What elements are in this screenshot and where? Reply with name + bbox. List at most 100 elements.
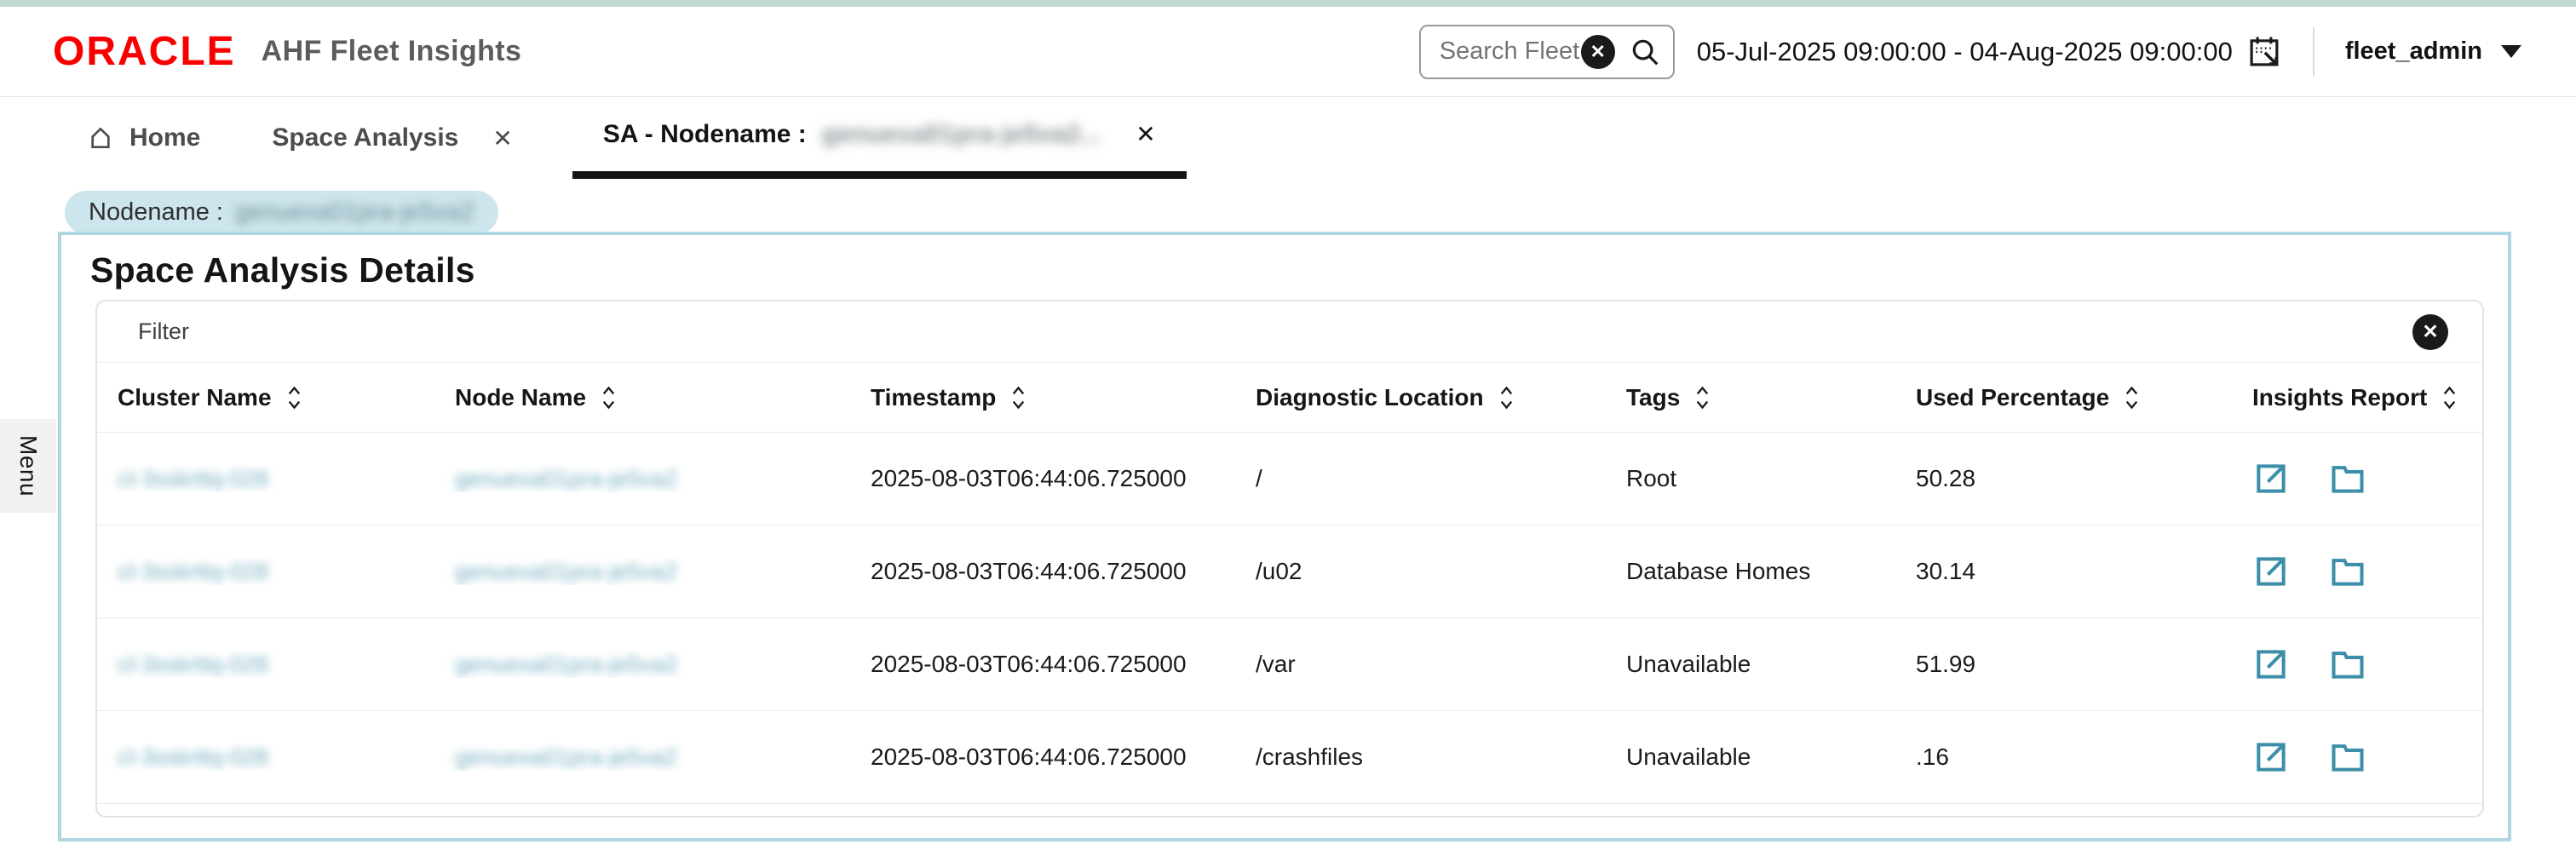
filter-clear-icon[interactable]: ✕ — [2412, 314, 2448, 350]
close-icon[interactable]: ✕ — [492, 124, 512, 152]
space-analysis-panel: Space Analysis Details Filter ✕ Cluster … — [58, 232, 2511, 841]
table-row: cl-3sskrttq-028 genuexa01pra-je5va2 2025… — [97, 525, 2482, 618]
node-name-link[interactable]: genuexa01pra-je5va2 — [455, 559, 677, 584]
cluster-name-cell[interactable]: cl-3sskrttq-028 — [97, 744, 434, 771]
node-name-link[interactable]: genuexa01pra-je5va2 — [455, 466, 677, 491]
tab-home[interactable]: Home — [75, 97, 212, 179]
open-insights-report-icon[interactable] — [2252, 460, 2290, 497]
tags-cell: Database Homes — [1606, 558, 1895, 585]
timestamp-cell: 2025-08-03T06:44:06.725000 — [850, 651, 1235, 678]
column-header-used-percentage[interactable]: Used Percentage — [1895, 384, 2232, 411]
used-percentage-cell: .16 — [1895, 744, 2232, 771]
column-header-tags[interactable]: Tags — [1606, 384, 1895, 411]
folder-icon[interactable] — [2329, 553, 2366, 590]
fleet-search-box[interactable]: ✕ — [1419, 25, 1675, 79]
column-label: Used Percentage — [1916, 384, 2109, 411]
column-header-node-name[interactable]: Node Name — [434, 384, 850, 411]
search-input[interactable] — [1440, 37, 1581, 66]
cluster-name-cell[interactable]: cl-3sskrttq-028 — [97, 651, 434, 678]
results-card: Filter ✕ Cluster Name Node Name Timestam… — [95, 300, 2484, 818]
node-name-cell[interactable]: genuexa01pra-je5va2 — [434, 465, 850, 492]
tab-space-analysis[interactable]: Space Analysis ✕ — [260, 97, 524, 179]
column-label: Insights Report — [2252, 384, 2427, 411]
folder-icon[interactable] — [2329, 460, 2366, 497]
column-header-diagnostic-location[interactable]: Diagnostic Location — [1235, 384, 1606, 411]
sort-icon[interactable] — [285, 385, 303, 411]
cluster-name-cell[interactable]: cl-3sskrttq-028 — [97, 465, 434, 492]
tab-label: Home — [129, 123, 200, 152]
column-header-cluster-name[interactable]: Cluster Name — [97, 384, 434, 411]
cluster-name-link[interactable]: cl-3sskrttq-028 — [118, 744, 268, 770]
folder-icon[interactable] — [2329, 738, 2366, 776]
close-icon[interactable]: ✕ — [1136, 120, 1155, 148]
tags-cell: Unavailable — [1606, 744, 1895, 771]
column-label: Diagnostic Location — [1256, 384, 1484, 411]
table-row: cl-3sskrttq-028 genuexa01pra-je5va2 2025… — [97, 711, 2482, 804]
diagnostic-location-cell: /crashfiles — [1235, 744, 1606, 771]
sort-icon[interactable] — [1009, 385, 1027, 411]
folder-icon[interactable] — [2329, 646, 2366, 683]
diagnostic-location-cell: /var — [1235, 651, 1606, 678]
column-label: Cluster Name — [118, 384, 272, 411]
used-percentage-cell: 50.28 — [1895, 465, 2232, 492]
column-header-insights-report[interactable]: Insights Report — [2232, 384, 2482, 411]
timestamp-cell: 2025-08-03T06:44:06.725000 — [850, 465, 1235, 492]
diagnostic-location-cell: /u02 — [1235, 558, 1606, 585]
app-title: AHF Fleet Insights — [262, 35, 522, 68]
header-divider — [2313, 27, 2314, 77]
open-insights-report-icon[interactable] — [2252, 646, 2290, 683]
app-header: ORACLE AHF Fleet Insights ✕ 05-Jul-2025 … — [0, 7, 2576, 97]
timestamp-cell: 2025-08-03T06:44:06.725000 — [850, 744, 1235, 771]
tab-label: SA - Nodename : — [603, 120, 807, 149]
node-name-cell[interactable]: genuexa01pra-je5va2 — [434, 744, 850, 771]
filter-label: Filter — [138, 319, 189, 345]
node-name-link[interactable]: genuexa01pra-je5va2 — [455, 744, 677, 770]
open-insights-report-icon[interactable] — [2252, 553, 2290, 590]
date-range-picker[interactable]: 05-Jul-2025 09:00:00 - 04-Aug-2025 09:00… — [1697, 34, 2282, 70]
tags-cell: Unavailable — [1606, 651, 1895, 678]
cluster-name-cell[interactable]: cl-3sskrttq-028 — [97, 558, 434, 585]
search-clear-icon[interactable]: ✕ — [1581, 35, 1615, 69]
node-name-cell[interactable]: genuexa01pra-je5va2 — [434, 651, 850, 678]
menu-side-tab[interactable]: Menu — [0, 419, 56, 513]
calendar-icon[interactable] — [2246, 34, 2282, 70]
tab-bar: Home Space Analysis ✕ SA - Nodename : ge… — [0, 97, 2576, 179]
nodename-badge-value: genuexa01pra-je5va2 — [235, 198, 474, 227]
column-label: Tags — [1626, 384, 1680, 411]
sort-icon[interactable] — [1693, 385, 1711, 411]
date-range-text: 05-Jul-2025 09:00:00 - 04-Aug-2025 09:00… — [1697, 37, 2233, 67]
user-menu[interactable]: fleet_admin — [2345, 37, 2521, 66]
cluster-name-link[interactable]: cl-3sskrttq-028 — [118, 559, 268, 584]
tab-label: Space Analysis — [272, 123, 458, 152]
filter-row: Filter ✕ — [97, 301, 2482, 363]
oracle-logo: ORACLE — [53, 28, 236, 75]
menu-side-tab-label: Menu — [14, 435, 42, 497]
context-badge-row: Nodename : genuexa01pra-je5va2 — [0, 179, 2576, 234]
column-label: Timestamp — [871, 384, 996, 411]
cluster-name-link[interactable]: cl-3sskrttq-028 — [118, 466, 268, 491]
tags-cell: Root — [1606, 465, 1895, 492]
open-insights-report-icon[interactable] — [2252, 738, 2290, 776]
insights-report-cell — [2232, 738, 2482, 776]
diagnostic-location-cell: / — [1235, 465, 1606, 492]
cluster-name-link[interactable]: cl-3sskrttq-028 — [118, 652, 268, 677]
sort-icon[interactable] — [1498, 385, 1515, 411]
home-icon — [87, 124, 114, 152]
used-percentage-cell: 51.99 — [1895, 651, 2232, 678]
chevron-down-icon — [2501, 45, 2521, 58]
node-name-cell[interactable]: genuexa01pra-je5va2 — [434, 558, 850, 585]
sort-icon[interactable] — [600, 385, 618, 411]
search-icon[interactable] — [1629, 36, 1661, 68]
nodename-badge: Nodename : genuexa01pra-je5va2 — [65, 191, 498, 234]
table-header-row: Cluster Name Node Name Timestamp Diagnos… — [97, 363, 2482, 433]
table-row: cl-3sskrttq-028 genuexa01pra-je5va2 2025… — [97, 618, 2482, 711]
nodename-badge-label: Nodename : — [89, 198, 223, 227]
sort-icon[interactable] — [2123, 385, 2141, 411]
tab-sa-nodename[interactable]: SA - Nodename : genuexa01pra-je5va2... ✕ — [572, 97, 1187, 179]
page-title: Space Analysis Details — [90, 250, 2508, 290]
node-name-link[interactable]: genuexa01pra-je5va2 — [455, 652, 677, 677]
column-header-timestamp[interactable]: Timestamp — [850, 384, 1235, 411]
insights-report-cell — [2232, 646, 2482, 683]
column-label: Node Name — [455, 384, 586, 411]
sort-icon[interactable] — [2441, 385, 2458, 411]
